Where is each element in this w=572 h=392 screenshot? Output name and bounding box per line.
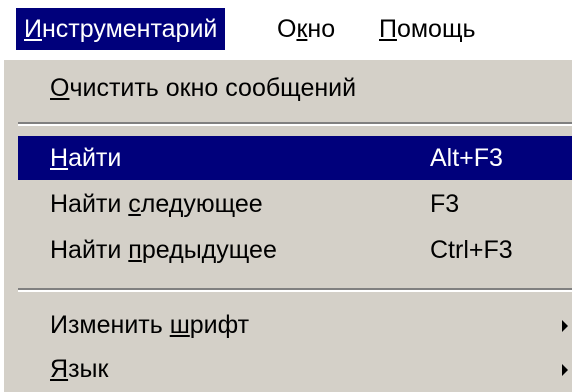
menubar-item-window[interactable]: Окно [269, 8, 343, 50]
menu-item-shortcut: Ctrl+F3 [430, 236, 513, 264]
submenu-arrow-icon [562, 364, 568, 376]
mnemonic-letter: с [128, 190, 141, 218]
menu-item-find-next[interactable]: Найти следующее F3 [18, 182, 572, 226]
menu-item-find-previous[interactable]: Найти предыдущее Ctrl+F3 [18, 228, 572, 272]
menu-item-shortcut: Alt+F3 [430, 144, 503, 172]
menubar-item-help[interactable]: Помощь [371, 8, 484, 50]
mnemonic-letter: Я [50, 355, 69, 383]
mnemonic-letter: П [379, 15, 397, 43]
mnemonic-letter: п [128, 236, 142, 264]
menu-item-find[interactable]: Найти Alt+F3 [18, 136, 572, 180]
menu-item-language[interactable]: Язык [18, 347, 572, 391]
submenu-arrow-icon [562, 320, 568, 332]
menubar-item-label: Помощь [379, 15, 476, 43]
menu-bar: Инструментарий Окно Помощь [0, 0, 572, 58]
menu-separator [18, 122, 572, 126]
mnemonic-letter: ш [169, 311, 190, 339]
mnemonic-letter: Н [50, 144, 69, 172]
menu-item-label: Найти следующее [50, 190, 263, 218]
menu-item-label: Найти [50, 144, 122, 172]
mnemonic-letter: И [24, 15, 42, 43]
menu-separator [18, 288, 572, 292]
mnemonic-letter: к [296, 15, 308, 43]
menubar-item-instruments[interactable]: Инструментарий [16, 8, 226, 50]
menu-item-shortcut: F3 [430, 190, 460, 218]
menu-item-label: Найти предыдущее [50, 236, 277, 264]
menu-item-label: Очистить окно сообщений [50, 74, 357, 102]
instruments-dropdown-menu: Очистить окно сообщений Найти Alt+F3 Най… [2, 58, 572, 392]
menubar-item-label: Окно [277, 15, 336, 43]
menu-item-clear-messages[interactable]: Очистить окно сообщений [18, 66, 572, 110]
mnemonic-letter: О [50, 74, 70, 102]
menu-item-change-font[interactable]: Изменить шрифт [18, 303, 572, 347]
menu-item-label: Язык [50, 355, 109, 383]
menubar-item-label: Инструментарий [24, 15, 218, 43]
menu-item-label: Изменить шрифт [50, 311, 250, 339]
